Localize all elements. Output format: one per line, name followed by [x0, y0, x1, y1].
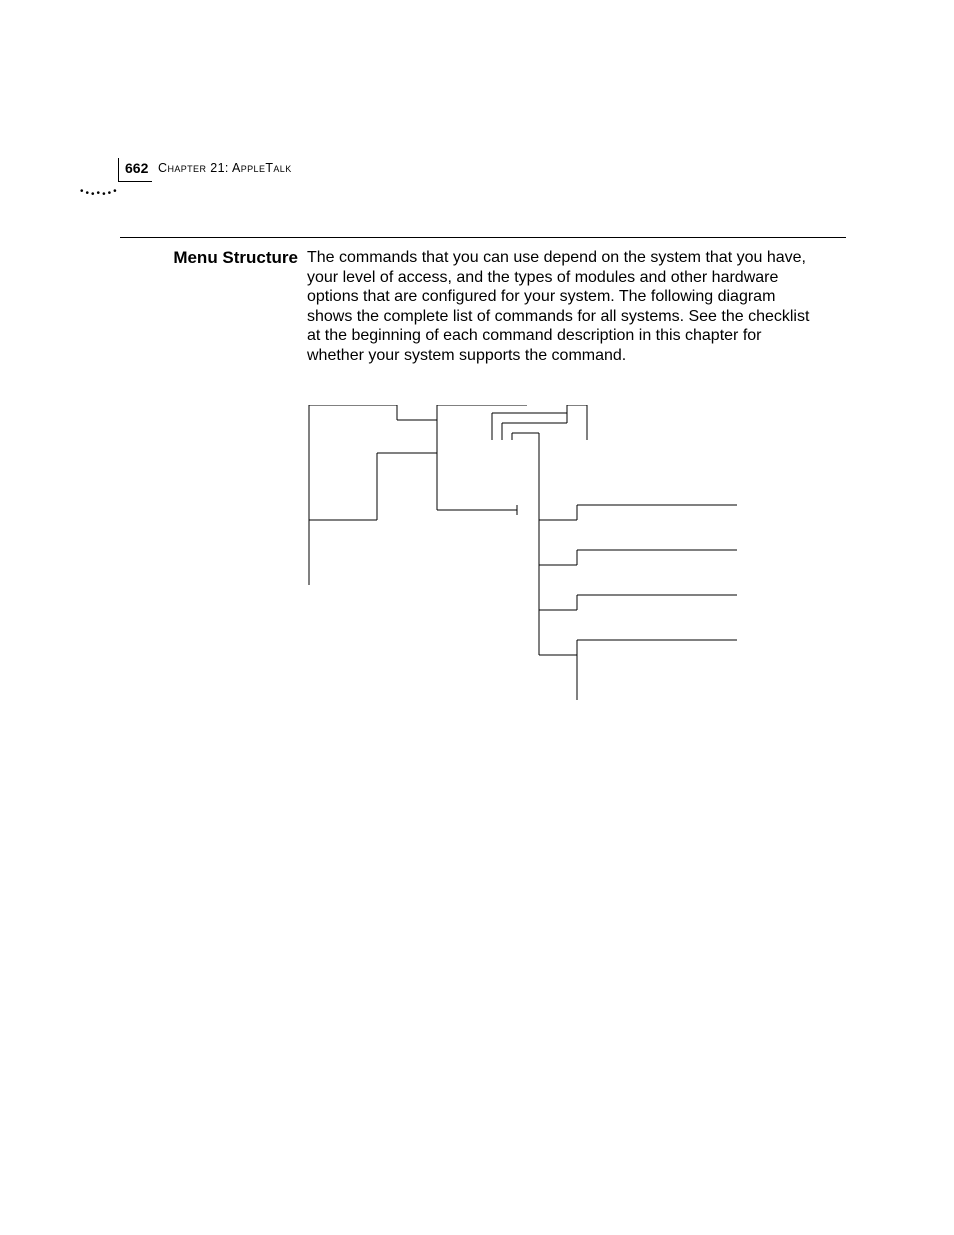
body-paragraph: The commands that you can use depend on … [307, 248, 817, 365]
topic-mid: PPLE [241, 161, 266, 175]
section-rule [120, 237, 846, 238]
section-heading: Menu Structure [103, 248, 298, 268]
chapter-label: CHAPTER 21: APPLETALK [158, 161, 292, 175]
page-number: 662 [118, 158, 152, 182]
topic-initial: A [232, 161, 241, 175]
page: 662 CHAPTER 21: APPLETALK ••••••• Menu S… [0, 0, 954, 1235]
chapter-word: HAPTER [167, 161, 206, 175]
chapter-number: 21: [206, 161, 232, 175]
ornament-dots-icon: ••••••• [80, 186, 119, 197]
diagram-svg [307, 405, 777, 705]
topic-end: ALK [273, 161, 291, 175]
menu-structure-diagram [307, 405, 777, 705]
